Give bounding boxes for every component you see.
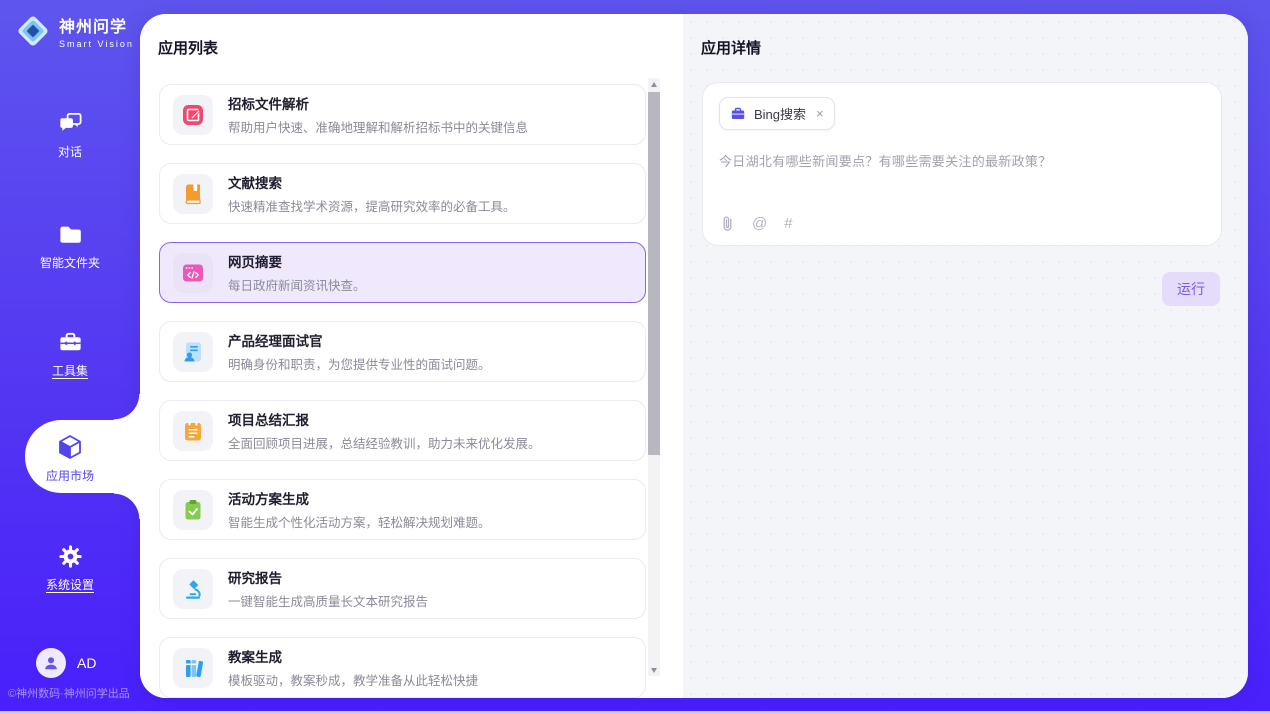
app-card-desc: 模板驱动，教案秒成，教学准备从此轻松快捷	[228, 670, 478, 689]
user-initials: AD	[77, 655, 96, 671]
sidebar-item-label: 工具集	[0, 362, 140, 379]
app-card-title: 研究报告	[228, 567, 428, 587]
app-card-title: 产品经理面试官	[228, 330, 491, 350]
app-card-event-plan[interactable]: 活动方案生成 智能生成个性化活动方案，轻松解决规划难题。	[159, 479, 646, 540]
app-logo: 神州问学 Smart Vision	[14, 12, 134, 50]
scroll-up-button[interactable]	[648, 78, 660, 90]
cube-icon	[56, 433, 84, 461]
app-icon-box	[173, 569, 213, 609]
app-card-list: 招标文件解析 帮助用户快速、准确地理解和解析招标书中的关键信息 文献搜索	[159, 84, 646, 698]
sidebar-item-toolset[interactable]: 工具集	[0, 329, 140, 379]
app-card-lesson-plan[interactable]: 教案生成 模板驱动，教案秒成，教学准备从此轻松快捷	[159, 637, 646, 698]
chat-icon	[57, 110, 84, 137]
app-list-title: 应用列表	[158, 40, 683, 57]
app-card-literature-search[interactable]: 文献搜索 快速精准查找学术资源，提高研究效率的必备工具。	[159, 163, 646, 224]
app-icon-box	[173, 648, 213, 688]
scroll-down-button[interactable]	[648, 664, 660, 676]
paperclip-icon[interactable]	[720, 215, 735, 232]
app-icon-box	[173, 332, 213, 372]
app-detail-panel: 应用详情 Bing搜索 × 今日湖北有哪些新闻要点？有哪些需要关注的最新政策？	[683, 14, 1248, 698]
hashtag-icon[interactable]: #	[784, 215, 792, 232]
app-card-desc: 帮助用户快速、准确地理解和解析招标书中的关键信息	[228, 117, 528, 136]
app-card-title: 活动方案生成	[228, 488, 491, 508]
person-icon	[42, 654, 60, 672]
main-window: 应用列表 招标文件解析 帮助用户快速、准确地理解和解析招标书中的关键信息	[140, 14, 1248, 698]
sidebar-item-label: 对话	[0, 143, 140, 160]
microscope-icon	[181, 577, 205, 601]
book-icon	[181, 182, 205, 206]
app-card-title: 教案生成	[228, 646, 478, 666]
prompt-card[interactable]: Bing搜索 × 今日湖北有哪些新闻要点？有哪些需要关注的最新政策？ @ #	[702, 82, 1222, 246]
folder-icon	[57, 221, 84, 248]
toolbox-icon	[57, 329, 84, 356]
document-edit-icon	[181, 103, 205, 127]
close-icon[interactable]: ×	[816, 106, 824, 121]
app-card-desc: 快速精准查找学术资源，提高研究效率的必备工具。	[228, 196, 516, 215]
app-detail-title: 应用详情	[701, 40, 1248, 57]
app-icon-box	[173, 253, 213, 293]
logo-diamond-icon	[14, 12, 52, 50]
sidebar-item-label: 智能文件夹	[0, 254, 140, 271]
arrow-up-icon	[651, 82, 657, 87]
sidebar-item-smart-folder[interactable]: 智能文件夹	[0, 221, 140, 271]
app-card-title: 项目总结汇报	[228, 409, 541, 429]
app-card-web-summary[interactable]: 网页摘要 每日政府新闻资讯快查。	[159, 242, 646, 303]
tag-label: Bing搜索	[754, 104, 806, 123]
sidebar-item-settings[interactable]: 系统设置	[0, 543, 140, 593]
books-icon	[181, 656, 205, 680]
tab-notch-top	[114, 394, 140, 420]
app-card-title: 招标文件解析	[228, 93, 528, 113]
sidebar-item-label: 应用市场	[0, 467, 140, 484]
briefcase-icon	[730, 106, 746, 122]
attachment-toolbar: @ #	[720, 215, 793, 232]
app-card-title: 文献搜索	[228, 172, 516, 192]
sidebar: 神州问学 Smart Vision 对话 智能文件夹	[0, 0, 140, 714]
run-button[interactable]: 运行	[1162, 272, 1220, 306]
web-code-icon	[181, 261, 205, 285]
app-card-research-report[interactable]: 研究报告 一键智能生成高质量长文本研究报告	[159, 558, 646, 619]
arrow-down-icon	[651, 668, 657, 673]
app-card-project-summary[interactable]: 项目总结汇报 全面回顾项目进展，总结经验教训，助力未来优化发展。	[159, 400, 646, 461]
logo-subtitle: Smart Vision	[59, 39, 134, 49]
app-list-panel: 应用列表 招标文件解析 帮助用户快速、准确地理解和解析招标书中的关键信息	[140, 14, 683, 698]
tool-tag-bing-search[interactable]: Bing搜索 ×	[719, 97, 835, 130]
notepad-icon	[181, 419, 205, 443]
app-card-desc: 每日政府新闻资讯快查。	[228, 275, 366, 294]
scrollbar-thumb[interactable]	[648, 92, 660, 455]
list-scrollbar[interactable]	[648, 78, 660, 676]
sidebar-item-app-market[interactable]: 应用市场	[0, 433, 140, 484]
gear-icon	[57, 543, 84, 570]
app-card-desc: 一键智能生成高质量长文本研究报告	[228, 591, 428, 610]
app-card-desc: 智能生成个性化活动方案，轻松解决规划难题。	[228, 512, 491, 531]
app-icon-box	[173, 490, 213, 530]
app-icon-box	[173, 174, 213, 214]
prompt-text[interactable]: 今日湖北有哪些新闻要点？有哪些需要关注的最新政策？	[719, 151, 1205, 170]
app-icon-box	[173, 95, 213, 135]
app-card-title: 网页摘要	[228, 251, 366, 271]
app-card-desc: 明确身份和职责，为您提供专业性的面试问题。	[228, 354, 491, 373]
mention-icon[interactable]: @	[752, 215, 767, 232]
run-row: 运行	[1162, 272, 1220, 306]
app-card-desc: 全面回顾项目进展，总结经验教训，助力未来优化发展。	[228, 433, 541, 452]
app-card-pm-interviewer[interactable]: 产品经理面试官 明确身份和职责，为您提供专业性的面试问题。	[159, 321, 646, 382]
interview-icon	[181, 340, 205, 364]
logo-title: 神州问学	[59, 13, 134, 37]
user-account[interactable]: AD	[0, 648, 140, 678]
sidebar-item-label: 系统设置	[0, 576, 140, 593]
app-card-bid-parsing[interactable]: 招标文件解析 帮助用户快速、准确地理解和解析招标书中的关键信息	[159, 84, 646, 145]
avatar	[36, 648, 66, 678]
app-icon-box	[173, 411, 213, 451]
clipboard-check-icon	[181, 498, 205, 522]
sidebar-item-chat[interactable]: 对话	[0, 110, 140, 160]
sidebar-footer-credit: ©神州数码·神州问学出品	[8, 685, 130, 701]
app-window: 神州问学 Smart Vision 对话 智能文件夹	[0, 0, 1270, 714]
tab-notch-bottom	[114, 493, 140, 519]
